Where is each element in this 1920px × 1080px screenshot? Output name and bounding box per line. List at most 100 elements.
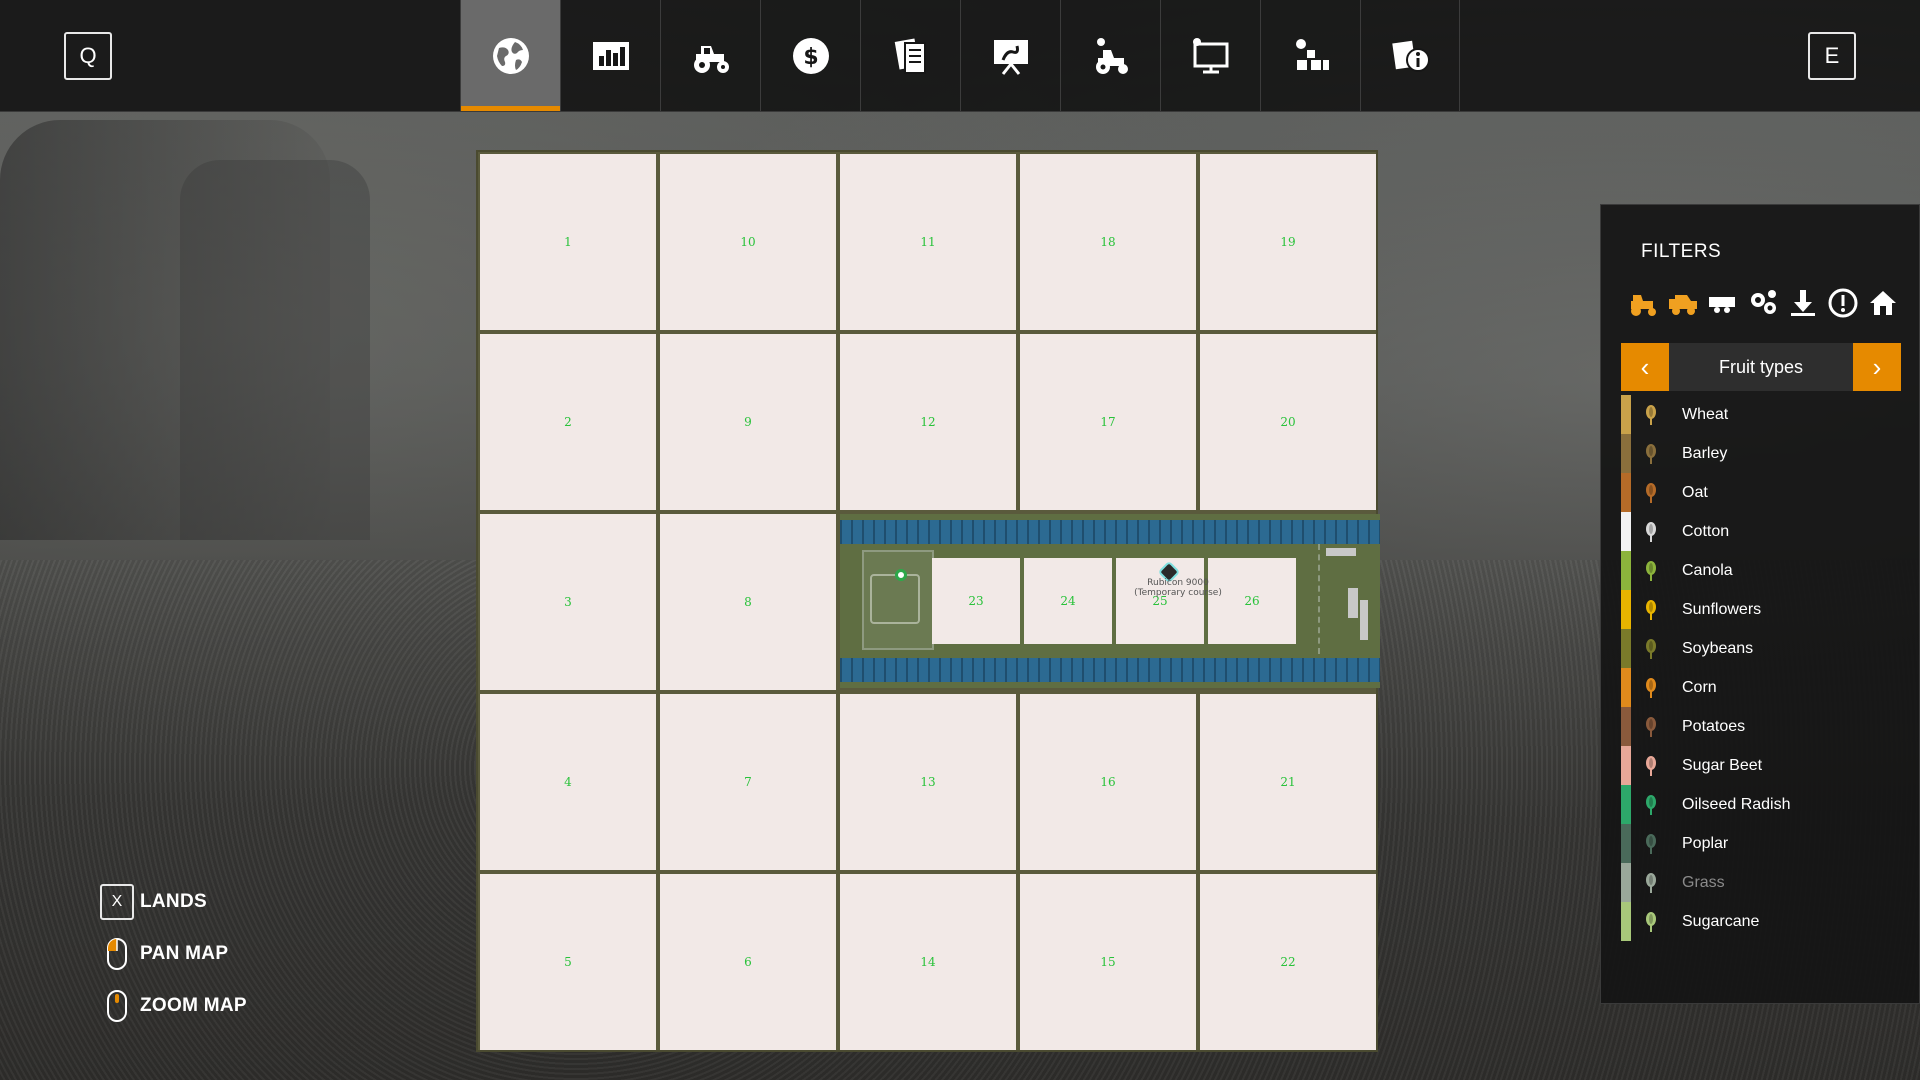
farmland-map[interactable]: 1 10 11 18 19 2 9 12 17 20 3 8 23 24 25 …: [476, 150, 1380, 1052]
tab-animals[interactable]: [960, 0, 1060, 111]
field[interactable]: 23: [932, 558, 1020, 644]
crop-rows: [840, 520, 1380, 544]
fruit-type-item[interactable]: Oilseed Radish: [1621, 785, 1901, 824]
land-parcel[interactable]: 6: [660, 874, 836, 1050]
land-parcel[interactable]: 9: [660, 334, 836, 510]
chevron-right-icon[interactable]: ›: [1853, 343, 1901, 391]
land-parcel[interactable]: 15: [1020, 874, 1196, 1050]
fruit-color-swatch: [1621, 629, 1631, 668]
player-location-icon[interactable]: [895, 569, 907, 581]
fruit-type-item[interactable]: Wheat: [1621, 395, 1901, 434]
land-number: 15: [1100, 955, 1116, 969]
fruit-icon: [1631, 395, 1671, 434]
tractor-icon: [693, 45, 729, 73]
land-parcel[interactable]: 11: [840, 154, 1016, 330]
fruit-name: Sugar Beet: [1682, 756, 1763, 774]
land-parcel[interactable]: 3: [480, 514, 656, 690]
combine-filter-icon[interactable]: [1667, 287, 1699, 319]
land-parcel[interactable]: 19: [1200, 154, 1376, 330]
land-number: 13: [920, 775, 936, 789]
fruit-type-item[interactable]: Sunflowers: [1621, 590, 1901, 629]
fruit-type-item[interactable]: Barley: [1621, 434, 1901, 473]
land-number: 18: [1100, 235, 1116, 249]
tools-filter-icon[interactable]: [1747, 287, 1779, 319]
fruit-type-item[interactable]: Sugar Beet: [1621, 746, 1901, 785]
fruit-type-item[interactable]: Canola: [1621, 551, 1901, 590]
tab-general-settings[interactable]: [1160, 0, 1260, 111]
fruit-type-item[interactable]: Oat: [1621, 473, 1901, 512]
chevron-left-icon[interactable]: ‹: [1621, 343, 1669, 391]
fruit-color-swatch: [1621, 746, 1631, 785]
land-parcel[interactable]: 7: [660, 694, 836, 870]
land-parcel[interactable]: 22: [1200, 874, 1376, 1050]
tractor-filter-icon[interactable]: [1627, 287, 1659, 319]
field[interactable]: 24: [1024, 558, 1112, 644]
land-parcel[interactable]: 16: [1020, 694, 1196, 870]
fruit-icon: [1631, 551, 1671, 590]
background-silo: [0, 120, 330, 540]
field[interactable]: 26: [1208, 558, 1296, 644]
fruit-name: Potatoes: [1682, 717, 1746, 735]
fruit-color-swatch: [1621, 590, 1631, 629]
bar-chart-icon: [592, 41, 629, 70]
land-parcel[interactable]: 12: [840, 334, 1016, 510]
controls-legend: X LANDS PAN MAP ZOOM MAP: [100, 876, 247, 1032]
land-parcel[interactable]: 17: [1020, 334, 1196, 510]
tab-map[interactable]: [460, 0, 560, 111]
tab-finances[interactable]: $: [760, 0, 860, 111]
fruit-color-swatch: [1621, 668, 1631, 707]
fruit-color-swatch: [1621, 707, 1631, 746]
fruit-name: Cotton: [1682, 522, 1730, 540]
control-hint-lands: X LANDS: [100, 876, 247, 928]
fruit-name: Sunflowers: [1682, 600, 1762, 618]
fruit-type-item[interactable]: Cotton: [1621, 512, 1901, 551]
land-parcel[interactable]: 14: [840, 874, 1016, 1050]
tab-help[interactable]: [1360, 0, 1460, 111]
land-parcel[interactable]: 13: [840, 694, 1016, 870]
land-number: 7: [744, 775, 752, 789]
tab-contracts[interactable]: [860, 0, 960, 111]
filter-category-selector[interactable]: ‹ Fruit types ›: [1621, 343, 1901, 391]
warning-icon[interactable]: [1827, 287, 1859, 319]
tab-production[interactable]: [1260, 0, 1360, 111]
fruit-name: Sugarcane: [1682, 912, 1760, 930]
land-parcel[interactable]: 10: [660, 154, 836, 330]
fruit-name: Barley: [1682, 444, 1728, 462]
fruit-type-item[interactable]: Grass: [1621, 863, 1901, 902]
trailer-filter-icon[interactable]: [1707, 287, 1739, 319]
land-number: 22: [1280, 955, 1296, 969]
key-label: E: [1824, 43, 1840, 68]
land-parcel[interactable]: 18: [1020, 154, 1196, 330]
fruit-type-item[interactable]: Potatoes: [1621, 707, 1901, 746]
next-page-key-button[interactable]: E: [1808, 32, 1856, 80]
sell-point-icon[interactable]: [1787, 287, 1819, 319]
land-parcel[interactable]: 2: [480, 334, 656, 510]
monitor-icon: [1192, 37, 1228, 73]
fruit-color-swatch: [1621, 512, 1631, 551]
dollar-icon: $: [792, 37, 829, 74]
farmhouse-icon[interactable]: [1867, 287, 1899, 319]
land-parcel[interactable]: 20: [1200, 334, 1376, 510]
land-number: 11: [920, 235, 936, 249]
fruit-name: Poplar: [1682, 834, 1729, 852]
fruit-type-item[interactable]: Poplar: [1621, 824, 1901, 863]
fruit-color-swatch: [1621, 551, 1631, 590]
land-parcel[interactable]: 21: [1200, 694, 1376, 870]
land-parcel[interactable]: 8: [660, 514, 836, 690]
prev-page-key-button[interactable]: Q: [64, 32, 112, 80]
crop-rows: [840, 658, 1380, 682]
tab-workers[interactable]: [1060, 0, 1160, 111]
land-parcel[interactable]: 4: [480, 694, 656, 870]
land-number: 6: [744, 955, 752, 969]
land-parcel[interactable]: 1: [480, 154, 656, 330]
fruit-type-item[interactable]: Corn: [1621, 668, 1901, 707]
fruit-type-item[interactable]: Sugarcane: [1621, 902, 1901, 941]
land-number: 3: [564, 595, 572, 609]
tab-statistics[interactable]: [560, 0, 660, 111]
farm-buildings: [1318, 544, 1372, 654]
owned-farm-area[interactable]: 23 24 25 26 Rubicon 9000 (Temporary cour…: [840, 514, 1380, 688]
fruit-color-swatch: [1621, 863, 1631, 902]
tab-vehicles[interactable]: [660, 0, 760, 111]
land-parcel[interactable]: 5: [480, 874, 656, 1050]
fruit-type-item[interactable]: Soybeans: [1621, 629, 1901, 668]
